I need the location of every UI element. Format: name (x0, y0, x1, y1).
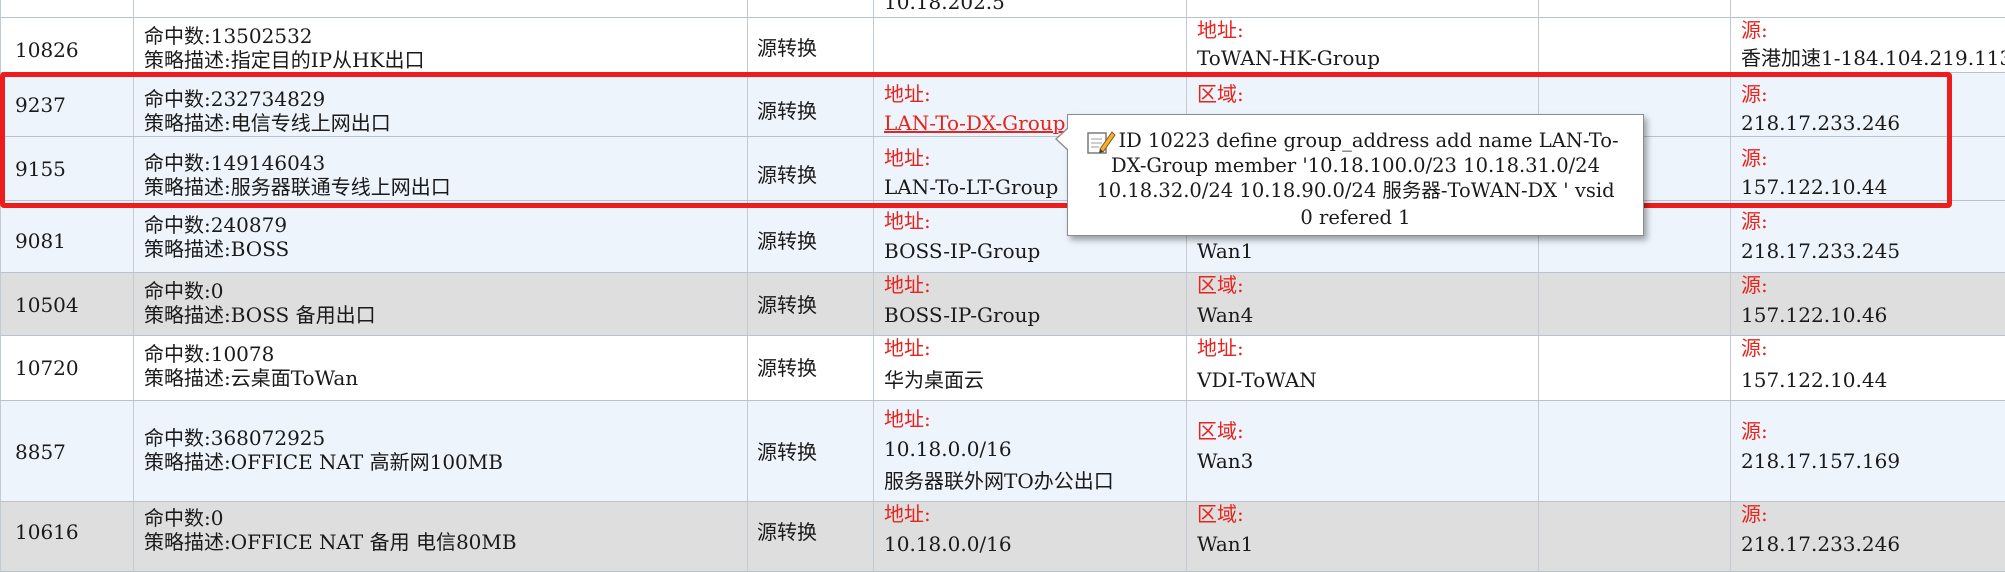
policy-id: 9237 (15, 93, 66, 117)
field-label: 地址: (884, 336, 931, 360)
hit-count: 命中数:149146043 (144, 151, 326, 175)
field-value: LAN-To-LT-Group (884, 175, 1059, 199)
policy-description: 策略描述:BOSS 备用出口 (144, 303, 376, 327)
field-value: Wan1 (1197, 239, 1254, 263)
policy-description: 策略描述:电信专线上网出口 (144, 111, 391, 135)
field-label: 地址: (884, 407, 931, 431)
hit-count: 命中数:368072925 (144, 426, 326, 450)
source-value: 218.17.233.246 (1741, 532, 1901, 556)
source-label: 源: (1741, 419, 1768, 443)
table-row[interactable]: 8857 命中数:368072925 策略描述:OFFICE NAT 高新网10… (0, 401, 2005, 502)
nat-action: 源转换 (757, 440, 817, 464)
table-row[interactable]: 10616 命中数:0 策略描述:OFFICE NAT 备用 电信80MB 源转… (0, 502, 2005, 572)
field-value: 华为桌面云 (884, 368, 984, 392)
source-label: 源: (1741, 209, 1768, 233)
field-label: 地址: (884, 82, 931, 106)
policy-id: 9155 (15, 157, 66, 181)
source-value: 香港加速1-184.104.219.113 (1741, 46, 2005, 70)
tooltip-line: 0 refered 1 (1300, 206, 1411, 229)
nat-action: 源转换 (757, 36, 817, 60)
policy-id: 8857 (15, 440, 66, 464)
source-value: 157.122.10.46 (1741, 303, 1888, 327)
source-value: 157.122.10.44 (1741, 368, 1888, 392)
policy-description: 策略描述:服务器联通专线上网出口 (144, 175, 451, 199)
tooltip-line: 10.18.32.0/24 10.18.90.0/24 服务器-ToWAN-DX… (1096, 179, 1615, 202)
field-value: 服务器联外网TO办公出口 (884, 469, 1114, 493)
table-row[interactable]: 10826 命中数:13502532 策略描述:指定目的IP从HK出口 源转换 … (0, 18, 2005, 73)
source-label: 源: (1741, 336, 1768, 360)
source-label: 源: (1741, 502, 1768, 526)
field-label: 地址: (884, 146, 931, 170)
field-label: 地址: (884, 502, 931, 526)
field-value: ToWAN-HK-Group (1197, 46, 1381, 70)
nat-action: 源转换 (757, 356, 817, 380)
policy-id: 10504 (15, 293, 79, 317)
policy-id: 9081 (15, 229, 66, 253)
policy-description: 策略描述:云桌面ToWan (144, 366, 359, 390)
policy-description: 策略描述:OFFICE NAT 高新网100MB (144, 450, 503, 474)
hit-count: 命中数:240879 (144, 213, 288, 237)
field-value: Wan4 (1197, 303, 1254, 327)
address-group-link[interactable]: LAN-To-DX-Group (884, 111, 1065, 135)
tooltip-line: DX-Group member '10.18.100.0/23 10.18.31… (1111, 154, 1600, 177)
policy-id: 10826 (15, 38, 79, 62)
source-value: 218.17.157.169 (1741, 449, 1901, 473)
table-row[interactable]: 9081 命中数:240879 策略描述:BOSS 源转换 地址: BOSS-I… (0, 201, 2005, 273)
address-group-tooltip: ID 10223 define group_address add name L… (1055, 114, 1644, 236)
table-row[interactable]: 9237 命中数:232734829 策略描述:电信专线上网出口 源转换 地址:… (0, 73, 2005, 137)
source-label: 源: (1741, 82, 1768, 106)
hit-count: 命中数:232734829 (144, 87, 326, 111)
field-value: BOSS-IP-Group (884, 303, 1041, 327)
field-value: Wan3 (1197, 449, 1254, 473)
field-value: Wan1 (1197, 532, 1254, 556)
field-value: VDI-ToWAN (1197, 368, 1317, 392)
nat-action: 源转换 (757, 163, 817, 187)
source-value: 218.17.233.245 (1741, 239, 1901, 263)
source-value: 218.17.233.246 (1741, 111, 1901, 135)
field-value: BOSS-IP-Group (884, 239, 1041, 263)
field-label: 地址: (1197, 18, 1244, 42)
nat-action: 源转换 (757, 520, 817, 544)
table-row[interactable]: 9155 命中数:149146043 策略描述:服务器联通专线上网出口 源转换 … (0, 137, 2005, 201)
dest-address-value: 10.18.202.5 (884, 0, 1005, 14)
table-row[interactable]: 10.18.202.5 (0, 0, 2005, 18)
hit-count: 命中数:10078 (144, 342, 275, 366)
source-label: 源: (1741, 273, 1768, 297)
table-row[interactable]: 10504 命中数:0 策略描述:BOSS 备用出口 源转换 地址: BOSS-… (0, 273, 2005, 336)
hit-count: 命中数:0 (144, 279, 224, 303)
source-value: 157.122.10.44 (1741, 175, 1888, 199)
field-value: 10.18.0.0/16 (884, 437, 1012, 461)
field-label: 区域: (1197, 502, 1244, 526)
policy-id: 10616 (15, 520, 79, 544)
source-label: 源: (1741, 146, 1768, 170)
field-label: 区域: (1197, 419, 1244, 443)
hit-count: 命中数:0 (144, 506, 224, 530)
field-label: 地址: (884, 209, 931, 233)
policy-id: 10720 (15, 356, 79, 380)
policy-description: 策略描述:指定目的IP从HK出口 (144, 48, 425, 72)
policy-description: 策略描述:BOSS (144, 237, 290, 261)
source-label: 源: (1741, 18, 1768, 42)
policy-description: 策略描述:OFFICE NAT 备用 电信80MB (144, 530, 517, 554)
nat-action: 源转换 (757, 229, 817, 253)
table-row[interactable]: 10720 命中数:10078 策略描述:云桌面ToWan 源转换 地址: 华为… (0, 336, 2005, 401)
tooltip-line: ID 10223 define group_address add name L… (1118, 129, 1619, 152)
field-value: 10.18.0.0/16 (884, 532, 1012, 556)
nat-action: 源转换 (757, 293, 817, 317)
field-label: 区域: (1197, 82, 1244, 106)
field-label: 区域: (1197, 273, 1244, 297)
nat-action: 源转换 (757, 99, 817, 123)
field-label: 地址: (884, 273, 931, 297)
hit-count: 命中数:13502532 (144, 24, 313, 48)
field-label: 地址: (1197, 336, 1244, 360)
